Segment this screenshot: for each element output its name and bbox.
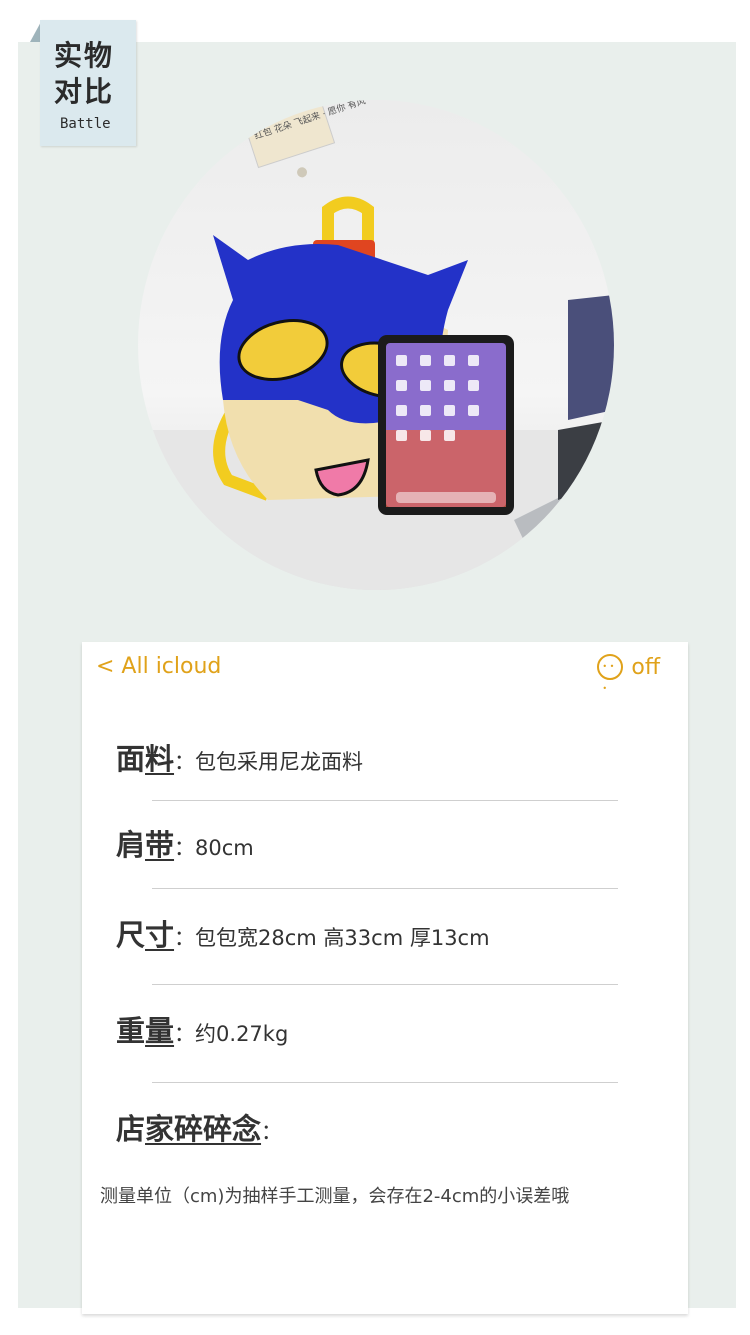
measurement-note: 测量单位（cm)为抽样手工测量，会存在2-4cm的小误差哦 xyxy=(100,1186,570,1207)
spec-label: 店家碎碎念 xyxy=(116,1112,262,1146)
spec-label: 肩带 xyxy=(116,828,175,862)
divider xyxy=(152,1082,618,1083)
spec-value: ：包包宽28cm 高33cm 厚13cm xyxy=(174,926,490,950)
hang-tag: 红包 花朵 飞起来 · 愿你 有风 xyxy=(242,100,367,178)
nav-back-link[interactable]: < All icloud xyxy=(96,654,221,679)
badge-line2: 对比 xyxy=(54,75,115,108)
tablet xyxy=(378,335,514,515)
spec-label: 重量 xyxy=(116,1014,175,1048)
spec-row-notes: 店家碎碎念： xyxy=(116,1106,668,1148)
spec-row-weight: 重量：约0.27kg xyxy=(116,1008,668,1050)
divider xyxy=(152,984,618,985)
badge-sub: Battle xyxy=(60,116,111,132)
divider xyxy=(152,800,618,801)
spec-row-size: 尺寸：包包宽28cm 高33cm 厚13cm xyxy=(116,912,668,954)
spec-row-strap: 肩带：80cm xyxy=(116,822,668,864)
divider xyxy=(152,888,618,889)
nav-off-label[interactable]: off xyxy=(631,655,660,680)
badge-line1: 实物 xyxy=(54,39,115,72)
spec-card: < All icloud off 面料：包包采用尼龙面料 肩带：80cm 尺寸：… xyxy=(82,642,688,1314)
backpack-illustration: 红包 花朵 飞起来 · 愿你 有风 xyxy=(138,100,614,590)
spec-row-material: 面料：包包采用尼龙面料 xyxy=(116,736,668,778)
spec-label: 尺寸 xyxy=(116,918,175,952)
spec-value: ：80cm xyxy=(174,836,254,860)
product-photo: 红包 花朵 飞起来 · 愿你 有风 xyxy=(138,100,614,590)
more-dots-icon[interactable] xyxy=(597,654,624,700)
badge: 实物 对比 Battle xyxy=(40,20,136,146)
spec-label: 面料 xyxy=(116,742,175,776)
spec-value: ：约0.27kg xyxy=(174,1022,289,1046)
spec-value: ：包包采用尼龙面料 xyxy=(174,750,364,774)
nav-menu[interactable]: off xyxy=(597,654,660,700)
spec-value: ： xyxy=(261,1120,283,1144)
